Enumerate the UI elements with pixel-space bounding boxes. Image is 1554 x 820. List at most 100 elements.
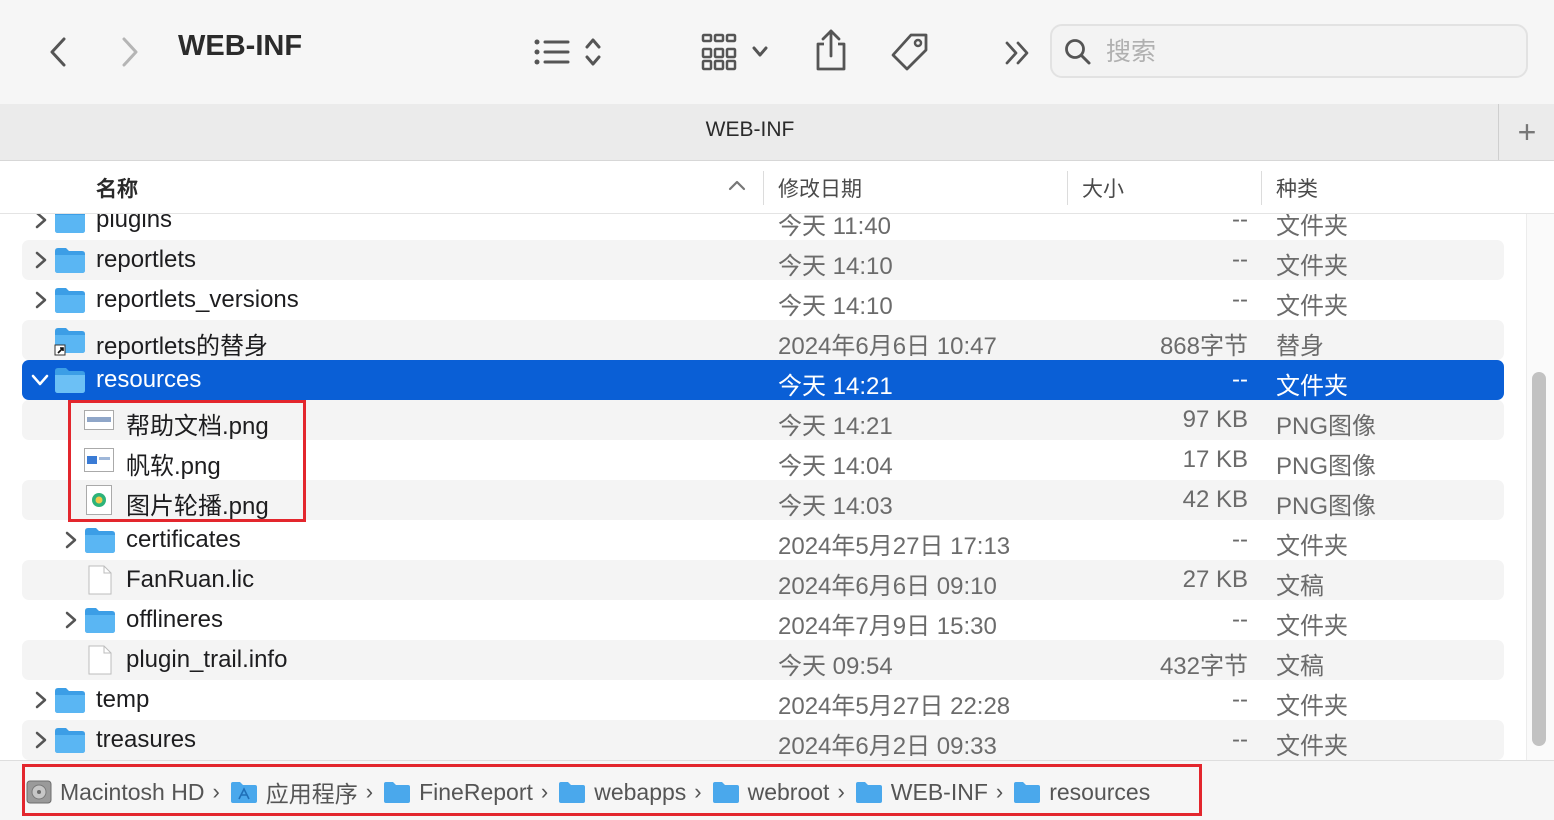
file-name: reportlets_versions [96,286,299,313]
view-mode-button[interactable] [532,34,608,70]
list-item[interactable]: offlineres 2024年7月9日 15:30 -- 文件夹 [22,600,1504,640]
file-size: 42 KB [1182,486,1248,513]
disclosure-chevron-icon[interactable] [34,214,48,231]
disclosure-chevron-icon[interactable] [64,529,78,551]
chevron-left-icon [50,37,66,67]
list-item[interactable]: reportlets 今天 14:10 -- 文件夹 [22,240,1504,280]
column-name[interactable]: 名称 [96,173,138,203]
toolbar: WEB-INF [0,0,1554,104]
file-size: -- [1232,686,1248,713]
file-size: -- [1232,366,1248,393]
list-item[interactable]: plugins 今天 11:40 -- 文件夹 [22,214,1504,240]
file-size: 17 KB [1182,446,1248,473]
file-kind: 文件夹 [1276,613,1348,640]
file-date: 今天 11:40 [778,214,891,240]
file-kind: PNG图像 [1276,493,1377,520]
file-date: 2024年6月2日 09:33 [778,733,997,760]
file-kind: 文件夹 [1276,533,1348,560]
file-kind: 文件夹 [1276,293,1348,320]
file-date: 今天 09:54 [778,653,893,680]
file-kind: PNG图像 [1276,453,1377,480]
column-divider[interactable] [1067,171,1068,205]
file-kind: 替身 [1276,333,1324,360]
file-date: 2024年6月6日 10:47 [778,333,997,360]
window-title: WEB-INF [178,30,303,62]
group-button[interactable] [700,32,774,72]
file-date: 今天 14:10 [778,293,893,320]
file-list: plugins 今天 11:40 -- 文件夹 reportlets 今天 14… [0,214,1530,760]
file-size: -- [1232,606,1248,633]
back-button[interactable] [40,34,76,70]
file-date: 2024年6月6日 09:10 [778,573,997,600]
file-date: 2024年5月27日 17:13 [778,533,1011,560]
disclosure-chevron-icon[interactable] [34,729,48,751]
list-item[interactable]: reportlets_versions 今天 14:10 -- 文件夹 [22,280,1504,320]
list-item[interactable]: FanRuan.lic 2024年6月6日 09:10 27 KB 文稿 [22,560,1504,600]
folder-icon [55,368,85,393]
folder-icon [55,288,85,313]
column-kind[interactable]: 种类 [1276,173,1318,203]
list-item[interactable]: plugin_trail.info 今天 09:54 432字节 文稿 [22,640,1504,680]
folder-icon [55,688,85,713]
file-size: 97 KB [1182,406,1248,433]
folder-icon [85,608,115,633]
disclosure-chevron-icon[interactable] [64,609,78,631]
document-icon [88,565,112,595]
column-size[interactable]: 大小 [1082,173,1124,203]
file-name: certificates [126,526,241,553]
disclosure-chevron-icon[interactable] [34,249,48,271]
file-name: FanRuan.lic [126,566,255,593]
file-name: offlineres [126,606,223,633]
search-input[interactable] [1104,34,1508,70]
chevron-right-icon [122,37,138,67]
list-item[interactable]: treasures 2024年6月2日 09:33 -- 文件夹 [22,720,1504,760]
list-item[interactable]: temp 2024年5月27日 22:28 -- 文件夹 [22,680,1504,720]
list-item[interactable]: certificates 2024年5月27日 17:13 -- 文件夹 [22,520,1504,560]
file-kind: 文件夹 [1276,253,1348,280]
folder-icon [85,528,115,553]
chevron-double-right-icon [1005,41,1029,65]
file-kind: 文稿 [1276,653,1324,680]
file-date: 今天 14:03 [778,493,893,520]
column-date[interactable]: 修改日期 [778,173,862,203]
forward-button[interactable] [112,34,148,70]
share-button[interactable] [812,28,850,72]
highlight-box-path [22,764,1202,816]
file-date: 2024年7月9日 15:30 [778,613,997,640]
file-size: -- [1232,726,1248,753]
grid-icon [701,33,768,71]
scrollbar-thumb[interactable] [1532,372,1546,746]
file-name: plugins [96,214,173,233]
disclosure-chevron-icon[interactable] [34,689,48,711]
file-date: 今天 14:04 [778,453,893,480]
folder-alias-icon [54,328,85,356]
tab-web-inf[interactable]: WEB-INF [0,118,1500,142]
file-size: 432字节 [1159,653,1248,680]
column-divider[interactable] [1261,171,1262,205]
file-name: resources [96,366,202,393]
file-size: 27 KB [1182,566,1248,593]
tag-button[interactable] [888,30,932,74]
file-name: reportlets的替身 [96,333,269,360]
list-item-selected[interactable]: resources 今天 14:21 -- 文件夹 [22,360,1504,400]
file-kind: 文稿 [1276,573,1324,600]
file-size: -- [1232,214,1248,233]
tab-bar: WEB-INF + [0,104,1554,161]
new-tab-button[interactable]: + [1498,104,1554,160]
file-size: -- [1232,246,1248,273]
file-size: 868字节 [1159,333,1248,360]
list-item[interactable]: reportlets的替身 2024年6月6日 10:47 868字节 替身 [22,320,1504,360]
disclosure-chevron-icon[interactable] [34,289,48,311]
column-divider[interactable] [763,171,764,205]
file-kind: 文件夹 [1276,214,1348,240]
file-date: 今天 14:21 [778,373,893,400]
more-toolbar-button[interactable] [1002,38,1034,68]
file-kind: PNG图像 [1276,413,1377,440]
file-date: 2024年5月27日 22:28 [778,693,1011,720]
file-kind: 文件夹 [1276,373,1348,400]
list-view-icon [534,38,601,66]
search-field[interactable] [1050,24,1528,78]
file-name: temp [96,686,150,713]
disclosure-chevron-down-icon[interactable] [30,369,50,391]
search-icon [1065,39,1091,65]
